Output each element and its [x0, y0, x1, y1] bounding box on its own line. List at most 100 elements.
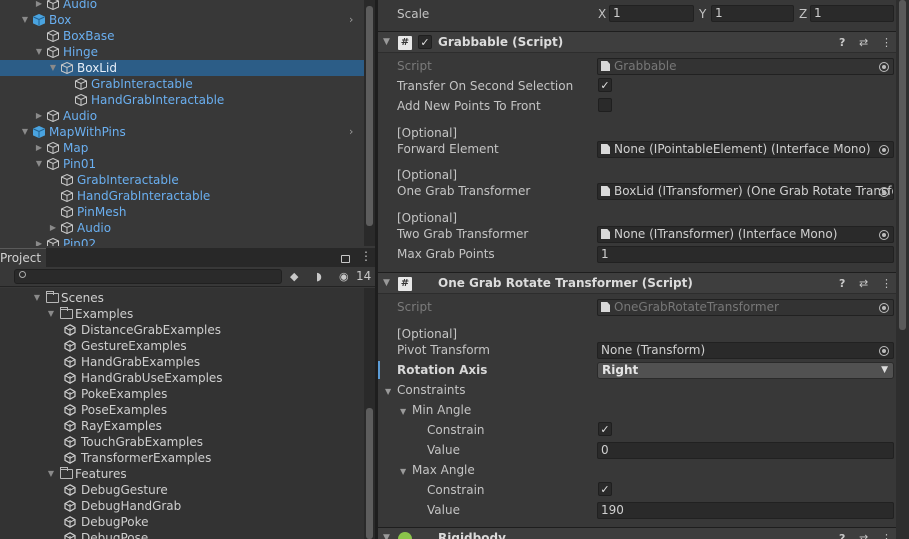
hierarchy-item[interactable]: PinMesh: [0, 204, 364, 220]
foldout-arrow-icon[interactable]: ▼: [46, 306, 56, 322]
project-scrollbar[interactable]: [364, 288, 375, 539]
project-item[interactable]: HandGrabExamples: [0, 354, 362, 370]
inspector-scrollbar-thumb[interactable]: [899, 0, 906, 330]
one-grab-field[interactable]: BoxLid (ITransformer) (One Grab Rotate T…: [597, 183, 894, 200]
min-constrain-checkbox[interactable]: ✓: [598, 422, 612, 436]
scale-y-field[interactable]: 1: [711, 5, 794, 22]
open-prefab-icon[interactable]: ›: [349, 124, 353, 140]
scale-z-label[interactable]: Z: [799, 5, 807, 23]
more-menu-icon[interactable]: ⋮: [360, 249, 372, 263]
scale-x-field[interactable]: 1: [609, 5, 694, 22]
pivot-field[interactable]: None (Transform): [597, 342, 894, 359]
component-menu-icon[interactable]: ⋮: [881, 528, 892, 539]
presets-icon[interactable]: ⇄: [859, 273, 868, 294]
foldout-arrow-icon[interactable]: ▼: [20, 124, 30, 140]
foldout-arrow-icon[interactable]: ▼: [400, 461, 406, 481]
project-item[interactable]: RayExamples: [0, 418, 362, 434]
project-item[interactable]: PokeExamples: [0, 386, 362, 402]
add-points-checkbox[interactable]: [598, 98, 612, 112]
foldout-arrow-icon[interactable]: ▼: [34, 156, 44, 172]
scale-z-field[interactable]: 1: [810, 5, 894, 22]
foldout-arrow-icon[interactable]: ▼: [46, 466, 56, 482]
component-menu-icon[interactable]: ⋮: [881, 32, 892, 53]
hierarchy-item[interactable]: ▼ Pin01: [0, 156, 364, 172]
hierarchy-item[interactable]: ▶ Audio: [0, 108, 364, 124]
project-item[interactable]: PoseExamples: [0, 402, 362, 418]
max-points-field[interactable]: 1: [597, 246, 894, 263]
foldout-arrow-icon[interactable]: ▼: [20, 12, 30, 28]
object-picker-icon[interactable]: [879, 145, 889, 155]
tab-project[interactable]: Project: [0, 248, 46, 267]
search-input[interactable]: [14, 269, 282, 284]
project-item[interactable]: TouchGrabExamples: [0, 434, 362, 450]
hierarchy-item[interactable]: ▶ Pin02: [0, 236, 364, 246]
rotation-axis-dropdown[interactable]: Right ▼: [597, 362, 894, 379]
foldout-arrow-icon[interactable]: ▼: [48, 60, 58, 76]
min-value-field[interactable]: 0: [597, 442, 894, 459]
foldout-arrow-icon[interactable]: ▼: [34, 44, 44, 60]
hierarchy-scrollbar[interactable]: [364, 0, 375, 246]
hierarchy-item[interactable]: BoxBase: [0, 28, 364, 44]
foldout-arrow-icon[interactable]: ▼: [383, 528, 390, 539]
project-item[interactable]: DebugPose: [0, 530, 362, 539]
constraints-row[interactable]: ▼ Constraints: [378, 381, 900, 399]
hierarchy-item[interactable]: HandGrabInteractable: [0, 92, 364, 108]
grabbable-component-header[interactable]: ▼ # ✓ Grabbable (Script) ? ⇄ ⋮: [378, 31, 909, 53]
max-angle-row[interactable]: ▼ Max Angle: [378, 461, 900, 479]
project-item[interactable]: GestureExamples: [0, 338, 362, 354]
project-item[interactable]: DistanceGrabExamples: [0, 322, 362, 338]
object-picker-icon[interactable]: [879, 230, 889, 240]
lock-icon[interactable]: [341, 255, 350, 263]
foldout-arrow-icon[interactable]: ▼: [385, 381, 391, 401]
help-icon[interactable]: ?: [839, 528, 845, 539]
project-item[interactable]: TransformerExamples: [0, 450, 362, 466]
forward-element-field[interactable]: None (IPointableElement) (Interface Mono…: [597, 141, 894, 158]
foldout-arrow-icon[interactable]: ▶: [34, 108, 44, 124]
filter-by-label-icon[interactable]: ◗: [316, 270, 322, 283]
project-item[interactable]: ▼ Features: [0, 466, 362, 482]
project-item[interactable]: ▼ Scenes: [0, 290, 362, 306]
foldout-arrow-icon[interactable]: ▶: [34, 236, 44, 246]
help-icon[interactable]: ?: [839, 32, 845, 53]
rigidbody-component-header[interactable]: ▼ Rigidbody ? ⇄ ⋮: [378, 527, 909, 539]
max-constrain-checkbox[interactable]: ✓: [598, 482, 612, 496]
hidden-packages-icon[interactable]: ◉: [339, 270, 349, 283]
two-grab-field[interactable]: None (ITransformer) (Interface Mono): [597, 226, 894, 243]
component-menu-icon[interactable]: ⋮: [881, 273, 892, 294]
hierarchy-item[interactable]: HandGrabInteractable: [0, 188, 364, 204]
foldout-arrow-icon[interactable]: ▼: [383, 32, 390, 53]
hierarchy-item[interactable]: ▶ Map: [0, 140, 364, 156]
help-icon[interactable]: ?: [839, 273, 845, 294]
foldout-arrow-icon[interactable]: ▼: [383, 273, 390, 294]
project-item[interactable]: DebugPoke: [0, 514, 362, 530]
hierarchy-item[interactable]: GrabInteractable: [0, 172, 364, 188]
hierarchy-item[interactable]: ▼ MapWithPins ›: [0, 124, 364, 140]
hierarchy-item[interactable]: ▼ BoxLid: [0, 60, 364, 76]
filter-by-type-icon[interactable]: ◆: [290, 270, 298, 283]
object-picker-icon[interactable]: [879, 187, 889, 197]
open-prefab-icon[interactable]: ›: [349, 12, 353, 28]
hierarchy-item[interactable]: ▼ Box ›: [0, 12, 364, 28]
foldout-arrow-icon[interactable]: ▼: [400, 401, 406, 421]
foldout-arrow-icon[interactable]: ▼: [32, 290, 42, 306]
hierarchy-item[interactable]: ▼ Hinge: [0, 44, 364, 60]
object-picker-icon[interactable]: [879, 346, 889, 356]
foldout-arrow-icon[interactable]: ▶: [48, 220, 58, 236]
inspector-scrollbar[interactable]: [896, 0, 909, 539]
foldout-arrow-icon[interactable]: ▶: [34, 0, 44, 12]
project-item[interactable]: DebugHandGrab: [0, 498, 362, 514]
project-item[interactable]: HandGrabUseExamples: [0, 370, 362, 386]
scale-y-label[interactable]: Y: [699, 5, 706, 23]
project-item[interactable]: DebugGesture: [0, 482, 362, 498]
presets-icon[interactable]: ⇄: [859, 528, 868, 539]
hierarchy-item[interactable]: GrabInteractable: [0, 76, 364, 92]
max-value-field[interactable]: 190: [597, 502, 894, 519]
presets-icon[interactable]: ⇄: [859, 32, 868, 53]
foldout-arrow-icon[interactable]: ▶: [34, 140, 44, 156]
project-scrollbar-thumb[interactable]: [366, 408, 373, 539]
grabbable-enabled-checkbox[interactable]: ✓: [418, 35, 432, 49]
hierarchy-item[interactable]: ▶ Audio: [0, 220, 364, 236]
min-angle-row[interactable]: ▼ Min Angle: [378, 401, 900, 419]
transfer-checkbox[interactable]: ✓: [598, 78, 612, 92]
rotate-component-header[interactable]: ▼ # One Grab Rotate Transformer (Script)…: [378, 272, 909, 294]
